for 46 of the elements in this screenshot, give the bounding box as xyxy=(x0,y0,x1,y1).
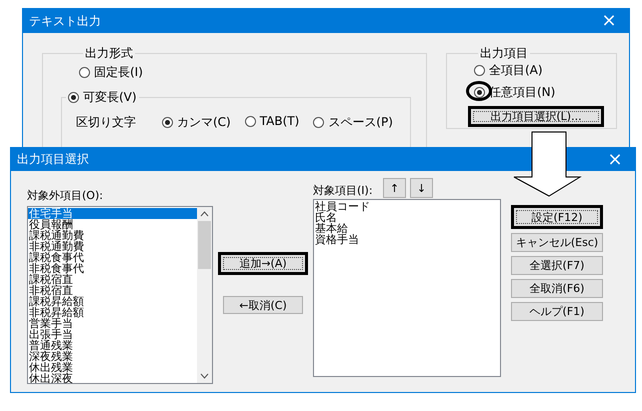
add-button[interactable]: 追加→(A) xyxy=(218,252,308,275)
dialog-button[interactable]: 設定(F12) xyxy=(511,205,603,229)
list-item[interactable]: 営業手当 xyxy=(28,318,197,329)
list-item[interactable]: 課税宿直 xyxy=(28,274,197,285)
dialog-button[interactable]: 全選択(F7) xyxy=(511,256,603,275)
list-item[interactable]: 出張手当 xyxy=(28,329,197,340)
list-item[interactable]: 役員報酬 xyxy=(28,219,197,230)
delimiter-label: 区切り文字 xyxy=(76,114,137,131)
list-item[interactable]: 基本給 xyxy=(314,223,500,234)
dialog-title: 出力項目選択 xyxy=(17,151,89,168)
scrollbar[interactable] xyxy=(197,207,212,383)
list-item[interactable]: 非税通勤費 xyxy=(28,241,197,252)
list-item[interactable]: 氏名 xyxy=(314,212,500,223)
list-label: 対象外項目(O): xyxy=(27,188,104,203)
move-up-button[interactable]: ↑ xyxy=(383,178,406,198)
list-item[interactable]: 資格手当 xyxy=(314,234,500,245)
scroll-thumb[interactable] xyxy=(198,221,211,269)
radio-option[interactable]: 全項目(A) xyxy=(474,62,616,79)
radio-option[interactable]: 固定長(I) xyxy=(79,64,426,81)
close-icon[interactable]: × xyxy=(595,150,635,168)
list-item[interactable]: 普通残業 xyxy=(28,340,197,351)
group-label: 出力項目 xyxy=(479,45,529,62)
list-item[interactable]: 社員コード xyxy=(314,201,500,212)
list-item[interactable]: 深夜残業 xyxy=(28,351,197,362)
radio-option[interactable]: 可変長(V) xyxy=(68,89,137,106)
remove-button[interactable]: ←取消(C) xyxy=(223,296,303,314)
dialog-button[interactable]: ヘルプ(F1) xyxy=(511,302,603,321)
list-item[interactable]: 非税食事代 xyxy=(28,263,197,274)
close-icon[interactable]: × xyxy=(589,12,629,30)
list-item[interactable]: 非税宿直 xyxy=(28,285,197,296)
move-down-button[interactable]: ↓ xyxy=(410,178,433,198)
list-item[interactable]: 非税昇給額 xyxy=(28,307,197,318)
list-item[interactable]: 課税昇給額 xyxy=(28,296,197,307)
dialog-button[interactable]: 全取消(F6) xyxy=(511,279,603,298)
dialog-button[interactable]: キャンセル(Esc) xyxy=(511,233,603,252)
included-items-list[interactable]: 社員コード 氏名 基本給 資格手当 xyxy=(313,199,501,377)
list-item[interactable]: 休出残業 xyxy=(28,362,197,373)
list-item[interactable]: 課税食事代 xyxy=(28,252,197,263)
radio-option[interactable]: カンマ(C) xyxy=(162,114,231,131)
window-title: テキスト出力 xyxy=(29,12,101,30)
radio-option[interactable]: スペース(P) xyxy=(313,114,393,131)
group-label: 出力形式 xyxy=(84,45,134,62)
radio-option[interactable]: TAB(T) xyxy=(244,114,300,128)
list-label: 対象項目(I): xyxy=(313,183,374,198)
list-item[interactable]: 住宅手当 xyxy=(28,208,197,219)
list-item[interactable]: 課税通勤費 xyxy=(28,230,197,241)
